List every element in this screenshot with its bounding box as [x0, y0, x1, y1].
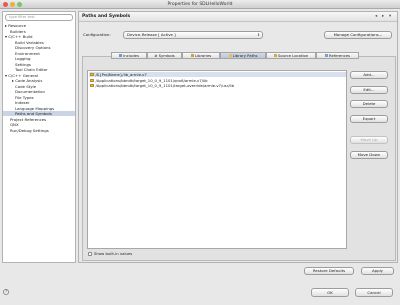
configuration-select[interactable]: Device-Release [ Active ] ⇕	[123, 31, 263, 39]
tab-symbols[interactable]: # Symbols	[147, 52, 182, 59]
cancel-button[interactable]: Cancel	[355, 288, 393, 297]
tree-item-code-style[interactable]: Code Style	[15, 84, 36, 89]
manage-configurations-button[interactable]: Manage Configurations...	[324, 31, 392, 39]
tree-item-environment[interactable]: Environment	[15, 51, 40, 56]
tree-item-qnx[interactable]: QNX	[10, 122, 19, 127]
library-paths-list[interactable]: /${ProjName}/lib_armle-v7 /Applications/…	[87, 70, 347, 249]
menu-chevron-icon[interactable]: ▾	[389, 14, 391, 19]
tree-item-builders[interactable]: Builders	[10, 29, 26, 34]
delete-button[interactable]: Delete	[350, 100, 388, 108]
move-down-button[interactable]: Move Down	[350, 151, 388, 159]
tab-includes[interactable]: Includes	[111, 52, 147, 59]
checkbox-icon	[88, 251, 92, 256]
select-arrows-icon: ⇕	[256, 33, 260, 37]
tab-references[interactable]: References	[316, 52, 359, 59]
folder-icon	[228, 54, 232, 58]
libraries-icon	[190, 54, 194, 58]
forward-arrow-icon[interactable]: ▸	[382, 14, 384, 19]
restore-defaults-button[interactable]: Restore Defaults	[304, 267, 354, 275]
tree-item-code-analysis[interactable]: ▸ Code Analysis	[12, 78, 42, 83]
ok-button[interactable]: OK	[311, 288, 349, 297]
tree-item-discovery-options[interactable]: Discovery Options	[15, 45, 50, 50]
minimize-window-button[interactable]	[10, 2, 15, 7]
list-item[interactable]: /Applications/bbndk/target_10_0_9_1101/q…	[89, 78, 346, 83]
tab-libraries[interactable]: Libraries	[182, 52, 220, 59]
configuration-value: Device-Release [ Active ]	[127, 32, 176, 37]
tab-label: Libraries	[194, 53, 212, 58]
tab-label: Includes	[123, 53, 139, 58]
folder-icon	[90, 84, 94, 88]
tab-label: Library Paths	[232, 53, 258, 58]
folder-icon	[90, 73, 94, 77]
tab-library-paths[interactable]: Library Paths	[220, 52, 266, 59]
tab-label: # Symbols	[154, 53, 175, 58]
move-up-button[interactable]: Move Up	[350, 136, 388, 144]
references-icon	[324, 54, 329, 58]
apply-button[interactable]: Apply	[361, 267, 394, 275]
tree-item-tool-chain-editor[interactable]: Tool Chain Editor	[15, 67, 48, 72]
includes-icon	[119, 54, 123, 58]
list-item[interactable]: /${ProjName}/lib_armle-v7	[89, 72, 346, 78]
show-builtin-checkbox[interactable]: Show built-in values	[88, 251, 132, 256]
window-title: Properties for SDLHelloWorld	[167, 2, 233, 7]
close-window-button[interactable]	[3, 2, 8, 7]
tab-label: Source Location	[277, 53, 309, 58]
tree-item-logging[interactable]: Logging	[15, 56, 30, 61]
property-page: Paths and Symbols ◂ ▸ ▾ Configuration: D…	[78, 11, 398, 263]
window-titlebar: Properties for SDLHelloWorld	[0, 0, 400, 9]
help-icon[interactable]: ?	[3, 289, 9, 295]
path-text: /Applications/bbndk/target_10_0_9_1101/t…	[95, 83, 235, 88]
tab-label: References	[329, 53, 351, 58]
tree-item-run-debug-settings[interactable]: Run/Debug Settings	[10, 128, 49, 133]
tree-item-documentation[interactable]: Documentation	[15, 89, 45, 94]
configuration-label: Configuration:	[83, 32, 111, 37]
tree-item-file-types[interactable]: File Types	[15, 95, 34, 100]
tab-source-location[interactable]: Source Location	[266, 52, 316, 59]
back-arrow-icon[interactable]: ◂	[375, 14, 377, 19]
tree-item-cpp-general[interactable]: ▾ C/C++ General	[5, 73, 38, 78]
checkbox-label: Show built-in values	[94, 251, 133, 256]
source-folder-icon	[273, 54, 277, 58]
tree-item-build-variables[interactable]: Build Variables	[15, 40, 44, 45]
folder-icon	[90, 78, 94, 82]
path-text: /Applications/bbndk/target_10_0_9_1101/q…	[95, 77, 208, 83]
page-title: Paths and Symbols	[79, 12, 397, 22]
edit-button[interactable]: Edit...	[350, 86, 388, 94]
tree-item-settings[interactable]: Settings	[15, 62, 31, 67]
path-text: /${ProjName}/lib_armle-v7	[95, 72, 147, 77]
tree-item-cpp-build[interactable]: ▾ C/C++ Build	[5, 34, 32, 39]
export-button[interactable]: Export	[350, 115, 388, 123]
tree-item-language-mappings[interactable]: Language Mappings	[15, 106, 54, 111]
tree-item-indexer[interactable]: Indexer	[15, 100, 30, 105]
filter-input[interactable]: type filter text	[5, 14, 73, 21]
tree-item-project-references[interactable]: Project References	[10, 117, 46, 122]
zoom-window-button[interactable]	[17, 2, 22, 7]
add-button[interactable]: Add...	[350, 71, 388, 79]
tree-item-resource[interactable]: ▸ Resource	[5, 23, 26, 28]
list-item[interactable]: /Applications/bbndk/target_10_0_9_1101/t…	[89, 83, 346, 88]
property-page-tree: type filter text ▸ Resource Builders ▾ C…	[2, 11, 76, 263]
tree-item-paths-and-symbols[interactable]: Paths and Symbols	[3, 111, 75, 117]
